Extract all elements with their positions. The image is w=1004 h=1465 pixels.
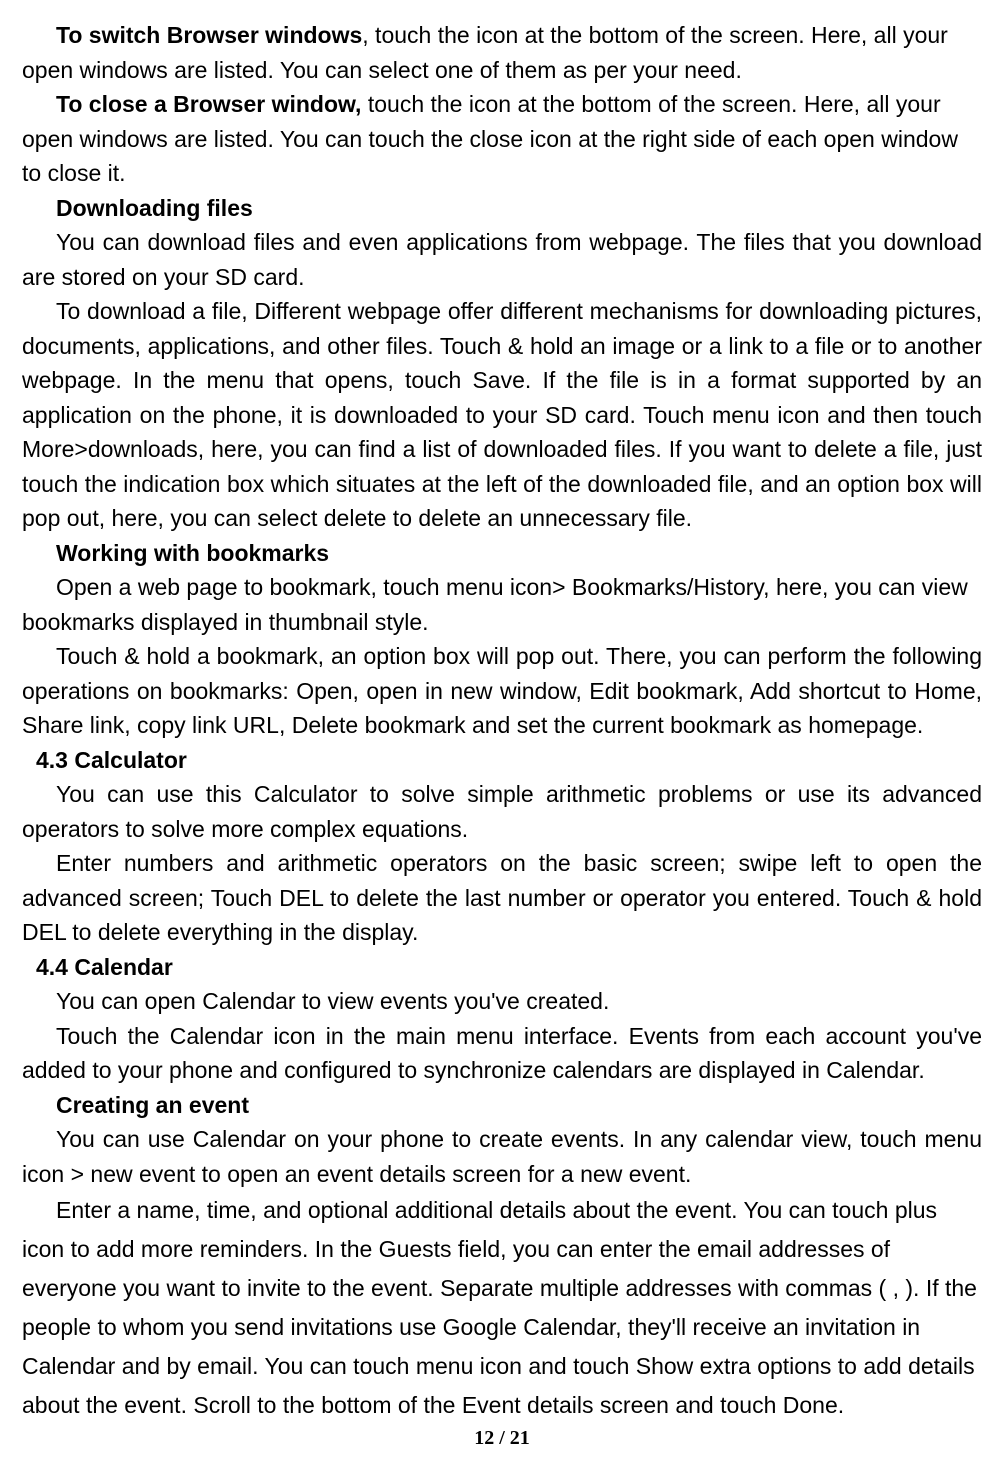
- document-page: To switch Browser windows, touch the ico…: [0, 0, 1004, 1465]
- paragraph-calc-detail: Enter numbers and arithmetic operators o…: [22, 846, 982, 950]
- paragraph-calendar-open: You can open Calendar to view events you…: [22, 984, 982, 1019]
- paragraph-close-window: To close a Browser window, touch the ico…: [22, 87, 982, 191]
- heading-downloading-files: Downloading files: [22, 191, 982, 226]
- paragraph-event-create: You can use Calendar on your phone to cr…: [22, 1122, 982, 1191]
- paragraph-download-detail: To download a file, Different webpage of…: [22, 294, 982, 536]
- paragraph-bookmarks-ops: Touch & hold a bookmark, an option box w…: [22, 639, 982, 743]
- paragraph-event-details: Enter a name, time, and optional additio…: [22, 1191, 982, 1426]
- page-number: 12 / 21: [0, 1423, 1004, 1453]
- section-heading-calculator: 4.3 Calculator: [22, 743, 982, 778]
- paragraph-calc-intro: You can use this Calculator to solve sim…: [22, 777, 982, 846]
- paragraph-switch-windows: To switch Browser windows, touch the ico…: [22, 18, 982, 87]
- paragraph-download-intro: You can download files and even applicat…: [22, 225, 982, 294]
- paragraph-calendar-sync: Touch the Calendar icon in the main menu…: [22, 1019, 982, 1088]
- paragraph-bookmarks-open: Open a web page to bookmark, touch menu …: [22, 570, 982, 639]
- bold-lead: To close a Browser window,: [56, 91, 361, 117]
- heading-creating-event: Creating an event: [22, 1088, 982, 1123]
- bold-lead: To switch Browser windows: [56, 22, 362, 48]
- section-heading-calendar: 4.4 Calendar: [22, 950, 982, 985]
- heading-bookmarks: Working with bookmarks: [22, 536, 982, 571]
